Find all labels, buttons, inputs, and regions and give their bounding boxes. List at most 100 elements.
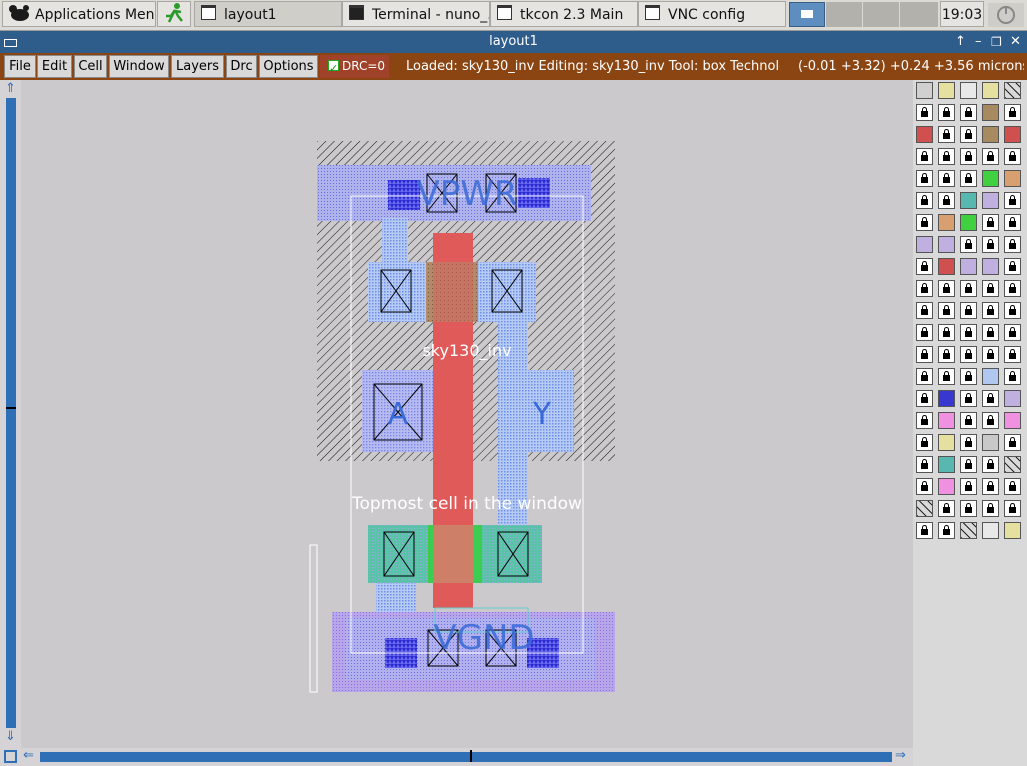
layer-lock-icon[interactable] [916, 148, 933, 165]
run-launcher-button[interactable] [157, 1, 191, 27]
layer-swatch[interactable] [938, 214, 955, 231]
layer-lock-icon[interactable] [1004, 324, 1021, 341]
layer-lock-icon[interactable] [1004, 368, 1021, 385]
layer-swatch[interactable] [982, 258, 999, 275]
layer-lock-icon[interactable] [982, 236, 999, 253]
layer-lock-icon[interactable] [938, 280, 955, 297]
layer-lock-icon[interactable] [982, 390, 999, 407]
workspace-1[interactable] [789, 2, 825, 27]
layer-lock-icon[interactable] [960, 236, 977, 253]
power-icon[interactable] [988, 3, 1024, 27]
layer-lock-icon[interactable] [938, 302, 955, 319]
layer-swatch[interactable] [982, 104, 999, 121]
close-icon[interactable]: ✕ [1010, 31, 1021, 53]
layer-lock-icon[interactable] [982, 346, 999, 363]
layout-canvas[interactable]: VPWR VGND sky130_inv A Y Topmost cell in… [21, 80, 913, 748]
layer-lock-icon[interactable] [960, 368, 977, 385]
menu-file[interactable]: File [4, 55, 36, 78]
taskbar-window-tkcon[interactable]: tkcon 2.3 Main [490, 1, 638, 27]
menu-cell[interactable]: Cell [74, 55, 107, 78]
layer-lock-icon[interactable] [1004, 258, 1021, 275]
layer-swatch[interactable] [1004, 126, 1021, 143]
workspace-4[interactable] [900, 2, 938, 27]
layer-lock-icon[interactable] [916, 478, 933, 495]
clock[interactable]: 19:03 [940, 1, 984, 27]
workspace-3[interactable] [863, 2, 899, 27]
layer-lock-icon[interactable] [938, 368, 955, 385]
layer-lock-icon[interactable] [960, 390, 977, 407]
maximize-icon[interactable]: ❐ [991, 31, 1002, 53]
layer-lock-icon[interactable] [982, 478, 999, 495]
layer-lock-icon[interactable] [960, 456, 977, 473]
applications-menu-button[interactable]: Applications Menu [2, 1, 156, 27]
layer-lock-icon[interactable] [1004, 236, 1021, 253]
layer-lock-icon[interactable] [938, 500, 955, 517]
vertical-scroll-thumb[interactable] [6, 98, 16, 728]
taskbar-window-vnc-config[interactable]: VNC config [638, 1, 786, 27]
layer-lock-icon[interactable] [960, 346, 977, 363]
layer-lock-icon[interactable] [982, 456, 999, 473]
menu-edit[interactable]: Edit [37, 55, 72, 78]
scroll-right-icon[interactable]: ⇒ [895, 748, 906, 763]
layer-lock-icon[interactable] [938, 192, 955, 209]
layer-lock-icon[interactable] [916, 192, 933, 209]
layer-swatch[interactable] [916, 82, 933, 99]
layer-swatch[interactable] [982, 434, 999, 451]
layer-swatch[interactable] [982, 192, 999, 209]
layer-lock-icon[interactable] [960, 324, 977, 341]
layer-swatch[interactable] [1004, 522, 1021, 539]
layer-lock-icon[interactable] [1004, 192, 1021, 209]
layer-lock-icon[interactable] [916, 434, 933, 451]
layer-lock-icon[interactable] [960, 302, 977, 319]
minimize-icon[interactable]: – [975, 31, 982, 53]
layer-lock-icon[interactable] [1004, 280, 1021, 297]
layer-swatch[interactable] [960, 82, 977, 99]
layer-swatch[interactable] [982, 126, 999, 143]
layer-lock-icon[interactable] [1004, 434, 1021, 451]
layer-lock-icon[interactable] [982, 412, 999, 429]
layer-swatch[interactable] [938, 456, 955, 473]
layer-lock-icon[interactable] [1004, 148, 1021, 165]
layer-lock-icon[interactable] [982, 500, 999, 517]
workspace-2[interactable] [826, 2, 862, 27]
layer-swatch[interactable] [916, 500, 933, 517]
shade-icon[interactable]: ↑ [955, 31, 966, 53]
layer-lock-icon[interactable] [916, 522, 933, 539]
layer-swatch[interactable] [938, 390, 955, 407]
layer-lock-icon[interactable] [1004, 302, 1021, 319]
horizontal-scrollbar[interactable]: ⇐ ⇒ [0, 748, 913, 766]
layer-swatch[interactable] [938, 82, 955, 99]
layer-lock-icon[interactable] [938, 104, 955, 121]
layer-lock-icon[interactable] [960, 126, 977, 143]
menu-window[interactable]: Window [109, 55, 169, 78]
taskbar-window-layout1[interactable]: layout1 [194, 1, 342, 27]
scroll-left-icon[interactable]: ⇐ [23, 748, 34, 763]
layer-lock-icon[interactable] [938, 324, 955, 341]
layer-lock-icon[interactable] [938, 522, 955, 539]
scroll-up-icon[interactable]: ⇑ [5, 81, 16, 96]
layer-lock-icon[interactable] [916, 258, 933, 275]
taskbar-window-terminal[interactable]: Terminal - nuno_... [342, 1, 490, 27]
drc-checkbox[interactable]: ✓ [328, 60, 339, 75]
layer-swatch[interactable] [1004, 412, 1021, 429]
layer-lock-icon[interactable] [960, 280, 977, 297]
layer-lock-icon[interactable] [916, 390, 933, 407]
layer-lock-icon[interactable] [960, 500, 977, 517]
layer-swatch[interactable] [1004, 390, 1021, 407]
layer-lock-icon[interactable] [938, 148, 955, 165]
layer-lock-icon[interactable] [916, 346, 933, 363]
layer-swatch[interactable] [982, 170, 999, 187]
layer-lock-icon[interactable] [916, 324, 933, 341]
layer-lock-icon[interactable] [938, 346, 955, 363]
layer-swatch[interactable] [1004, 456, 1021, 473]
window-menu-icon[interactable] [4, 39, 17, 47]
layer-swatch[interactable] [982, 522, 999, 539]
layer-lock-icon[interactable] [916, 302, 933, 319]
layer-swatch[interactable] [938, 478, 955, 495]
menu-drc[interactable]: Drc [226, 55, 257, 78]
layer-lock-icon[interactable] [916, 280, 933, 297]
layer-swatch[interactable] [938, 412, 955, 429]
layer-swatch[interactable] [960, 522, 977, 539]
layer-lock-icon[interactable] [960, 104, 977, 121]
vertical-scrollbar[interactable]: ⇑ ⇓ [3, 80, 19, 748]
